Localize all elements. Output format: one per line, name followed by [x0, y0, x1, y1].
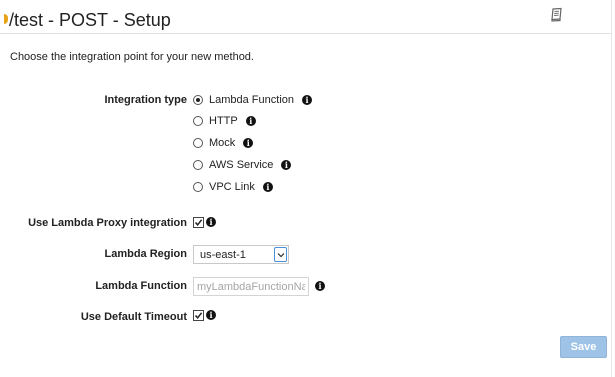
proxy-integration-checkbox[interactable] — [193, 216, 204, 228]
radio-lambda-function[interactable] — [193, 95, 203, 105]
radio-label[interactable]: VPC Link — [209, 181, 255, 193]
radio-label[interactable]: HTTP — [209, 115, 238, 127]
lambda-region-select[interactable]: us-east-1 — [193, 245, 289, 264]
info-icon[interactable]: i — [315, 281, 325, 291]
default-timeout-checkbox[interactable] — [193, 309, 204, 321]
lambda-region-label: Lambda Region — [104, 248, 187, 260]
lambda-region-value: us-east-1 — [200, 249, 246, 261]
info-icon[interactable]: i — [245, 116, 256, 126]
book-icon[interactable] — [549, 7, 565, 23]
default-timeout-control: i — [193, 308, 216, 322]
title-bar: /test - POST - Setup — [0, 0, 611, 34]
method-setup-page: /test - POST - Setup Choose the integrat… — [0, 0, 615, 377]
info-icon[interactable]: i — [206, 217, 216, 227]
radio-row-mock[interactable]: Mock i — [193, 136, 254, 150]
intro-text: Choose the integration point for your ne… — [10, 51, 254, 63]
page-title: /test - POST - Setup — [9, 10, 171, 30]
integration-type-label: Integration type — [104, 94, 187, 106]
radio-vpc-link[interactable] — [193, 182, 203, 192]
info-icon[interactable]: i — [262, 182, 273, 192]
chevron-down-icon[interactable] — [274, 247, 287, 262]
title-accent — [4, 14, 8, 24]
save-button[interactable]: Save — [560, 336, 607, 358]
lambda-function-label: Lambda Function — [95, 280, 187, 292]
info-icon[interactable]: i — [302, 95, 312, 105]
radio-row-vpc-link[interactable]: VPC Link i — [193, 180, 273, 194]
proxy-integration-control: i — [193, 215, 216, 229]
default-timeout-label: Use Default Timeout — [80, 311, 187, 323]
radio-label[interactable]: AWS Service — [209, 159, 273, 171]
panel-edge — [611, 0, 612, 377]
radio-row-lambda-function[interactable]: Lambda Function i — [193, 93, 312, 107]
radio-row-http[interactable]: HTTP i — [193, 114, 256, 128]
radio-mock[interactable] — [193, 138, 203, 148]
radio-aws-service[interactable] — [193, 160, 203, 170]
info-icon[interactable]: i — [281, 160, 292, 170]
lambda-function-input[interactable] — [193, 277, 309, 296]
radio-label[interactable]: Mock — [209, 137, 235, 149]
proxy-integration-label: Use Lambda Proxy integration — [28, 217, 187, 229]
radio-label[interactable]: Lambda Function — [209, 94, 294, 106]
info-icon[interactable]: i — [206, 310, 216, 320]
radio-row-aws-service[interactable]: AWS Service i — [193, 158, 292, 172]
radio-http[interactable] — [193, 116, 203, 126]
info-icon[interactable]: i — [243, 138, 254, 148]
